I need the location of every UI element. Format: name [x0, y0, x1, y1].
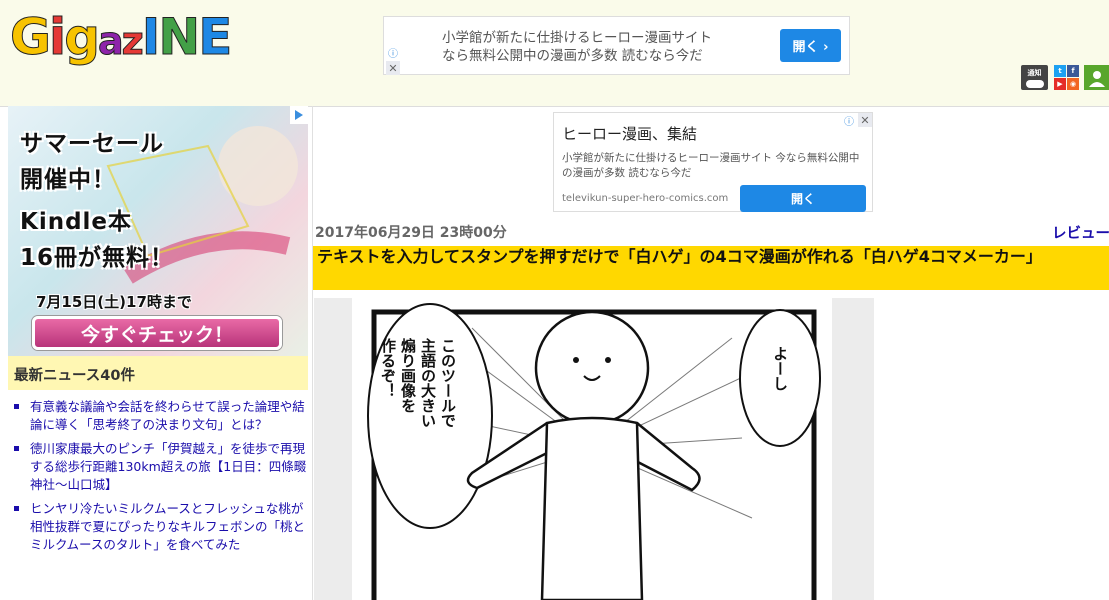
- news-item[interactable]: 有意義な議論や会話を終わらせて誤った論理や結論に導く「思考終了の決まり文句」とは…: [8, 398, 308, 434]
- site-logo[interactable]: GigazINE: [9, 8, 233, 70]
- inline-ad-open-button[interactable]: 開く: [740, 185, 866, 212]
- latest-news-heading: 最新ニュース40件: [8, 356, 308, 390]
- youtube-icon[interactable]: ▶: [1054, 78, 1066, 90]
- article-image: このツールで 主語の大きい 煽り画像を 作るぞ！ よーし: [314, 298, 874, 600]
- bubble-left-col4: 作るぞ！: [379, 337, 397, 398]
- promo-deadline: 7月15日(土)17時まで: [36, 293, 192, 311]
- latest-news-list: 有意義な議論や会話を終わらせて誤った論理や結論に導く「思考終了の決まり文句」とは…: [8, 398, 308, 560]
- bubble-left-col2: 主語の大きい: [419, 337, 437, 428]
- inline-ad-description: 小学館が新たに仕掛けるヒーロー漫画サイト 今なら無料公開中の漫画が多数 読むなら…: [562, 152, 860, 179]
- logo-letter: N: [158, 8, 201, 67]
- news-item[interactable]: ヒンヤリ冷たいミルクムースとフレッシュな桃が相性抜群で夏にぴったりなキルフェボン…: [8, 500, 308, 554]
- ad-close-icon[interactable]: ✕: [386, 61, 400, 75]
- logo-letter: E: [198, 8, 233, 67]
- site-header: GigazINE ⓘ ✕ 小学館が新たに仕掛けるヒーロー漫画サイト なら無料公開…: [0, 0, 1109, 107]
- logo-letter: G: [9, 8, 51, 67]
- article-date: 2017年06月29日 23時00分: [315, 225, 507, 241]
- news-item[interactable]: 徳川家康最大のピンチ「伊賀越え」を徒歩で再現する総歩行距離130km超えの旅【1…: [8, 440, 308, 494]
- sidebar: サマーセール 開催中！ Kindle本 16冊が無料！ 7月15日(土)17時ま…: [8, 106, 308, 600]
- bubble-left-col3: 煽り画像を: [399, 337, 417, 413]
- logo-letter: I: [141, 8, 161, 67]
- logo-letter: g: [64, 8, 101, 67]
- main-content: ⓘ ✕ ヒーロー漫画、集結 小学館が新たに仕掛けるヒーロー漫画サイト 今なら無料…: [312, 106, 1109, 600]
- ad-close-icon[interactable]: ✕: [858, 113, 872, 127]
- inline-ad-url: televikun-super-hero-comics.com: [562, 193, 729, 204]
- notification-label: 通知: [1027, 68, 1042, 77]
- comic-panel: このツールで 主語の大きい 煽り画像を 作るぞ！ よーし: [352, 298, 832, 600]
- user-icon[interactable]: [1084, 65, 1109, 90]
- article-category-link[interactable]: レビュー: [1052, 222, 1109, 243]
- kindle-sale-banner[interactable]: サマーセール 開催中！ Kindle本 16冊が無料！ 7月15日(土)17時ま…: [8, 106, 308, 356]
- top-ad-text: 小学館が新たに仕掛けるヒーロー漫画サイト なら無料公開中の漫画が多数 読むなら今…: [442, 29, 712, 65]
- ad-info-icon[interactable]: ⓘ: [386, 45, 400, 60]
- promo-line4: 16冊が無料！: [20, 245, 175, 271]
- promo-line1: サマーセール: [20, 131, 164, 157]
- logo-letter: z: [121, 19, 144, 64]
- bubble-left-col1: このツールで: [439, 338, 457, 428]
- top-banner-ad[interactable]: ⓘ ✕ 小学館が新たに仕掛けるヒーロー漫画サイト なら無料公開中の漫画が多数 読…: [383, 16, 850, 75]
- top-ad-open-button[interactable]: 開く ›: [780, 29, 841, 62]
- inline-ad-headline: ヒーロー漫画、集結: [562, 125, 698, 143]
- promo-check-button[interactable]: 今すぐチェック！: [32, 316, 282, 350]
- top-ad-line1: 小学館が新たに仕掛けるヒーロー漫画サイト: [442, 30, 712, 46]
- promo-line3: Kindle本: [20, 209, 133, 235]
- top-ad-line2: なら無料公開中の漫画が多数 読むなら今だ: [442, 48, 703, 64]
- rss-icon[interactable]: ◉: [1067, 78, 1079, 90]
- twitter-icon[interactable]: t: [1054, 65, 1066, 77]
- inline-ad[interactable]: ⓘ ✕ ヒーロー漫画、集結 小学館が新たに仕掛けるヒーロー漫画サイト 今なら無料…: [553, 112, 873, 212]
- logo-letter: a: [97, 19, 124, 64]
- ad-info-icon[interactable]: ⓘ: [842, 113, 856, 128]
- notification-icon[interactable]: 通知: [1021, 65, 1048, 90]
- article-title: テキストを入力してスタンプを押すだけで「白ハゲ」の4コマ漫画が作れる「白ハゲ4コ…: [313, 246, 1109, 290]
- promo-line2: 開催中！: [20, 167, 116, 193]
- logo-letter: i: [49, 8, 67, 67]
- bubble-right-text: よーし: [771, 346, 789, 391]
- facebook-icon[interactable]: f: [1067, 65, 1079, 77]
